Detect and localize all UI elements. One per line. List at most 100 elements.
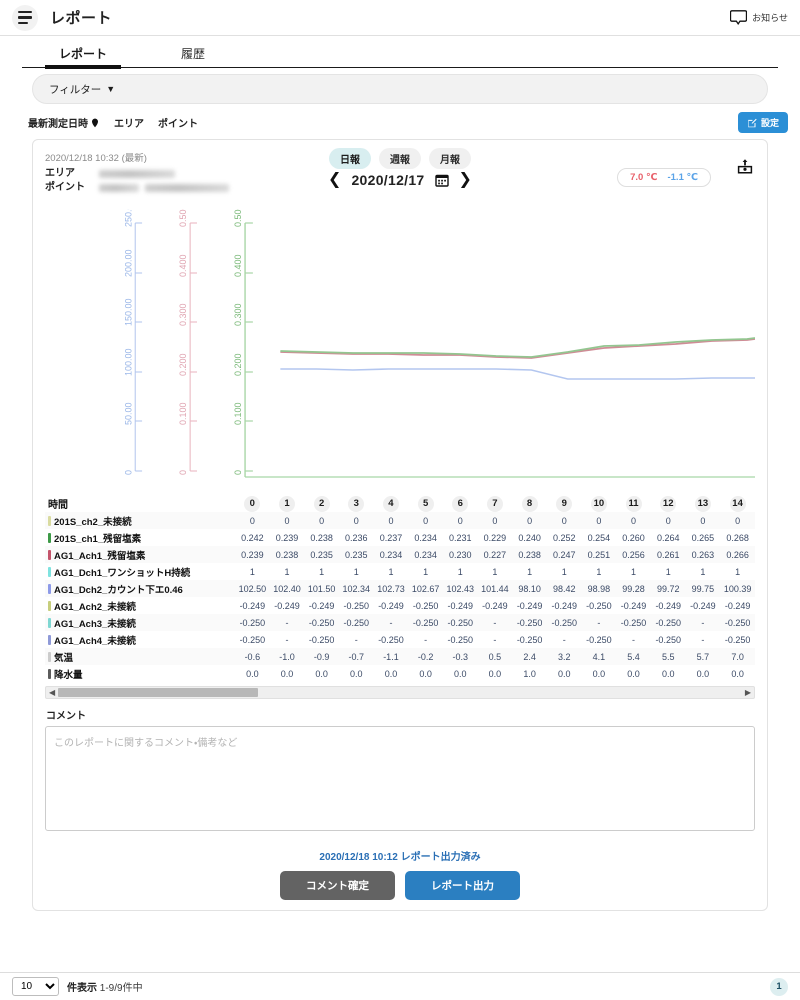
confirm-comment-button[interactable]: コメント確定 bbox=[280, 871, 395, 900]
table-cell: 3.2 bbox=[557, 651, 571, 662]
row-label-text: AG1_Ach3_未接続 bbox=[54, 618, 136, 630]
page-size-select[interactable]: 102550100 bbox=[12, 977, 59, 996]
table-cell: 0.229 bbox=[483, 532, 507, 543]
table-cell: 0 bbox=[665, 515, 671, 526]
table-cell: 0.0 bbox=[661, 668, 675, 679]
table-cell: -0.249 bbox=[482, 600, 508, 611]
tab-report[interactable]: レポート bbox=[44, 43, 122, 69]
table-cell: 0.256 bbox=[622, 549, 645, 560]
chevron-left-icon[interactable]: ❮ bbox=[328, 172, 341, 188]
table-cell: -0.250 bbox=[586, 634, 612, 645]
series-color-swatch bbox=[48, 651, 51, 662]
col-header-9: 9 bbox=[547, 495, 582, 512]
table-cell: -0.250 bbox=[516, 634, 543, 645]
col-header-13: 13 bbox=[686, 495, 721, 512]
table-cell: -0.250 bbox=[412, 617, 439, 628]
table-cell: 1 bbox=[631, 566, 637, 577]
app-header: レポート お知らせ bbox=[0, 0, 800, 36]
table-cell: - bbox=[389, 617, 393, 628]
comment-input[interactable] bbox=[45, 726, 755, 831]
axis-blue: 0 50.00 100.00 150.00 200.00 250.00 bbox=[123, 209, 143, 475]
col-header-10: 10 bbox=[582, 495, 617, 512]
table-cell: 4.1 bbox=[592, 651, 606, 662]
notifications-button[interactable]: お知らせ bbox=[730, 10, 788, 25]
area-value-redacted bbox=[99, 170, 175, 178]
table-cell: 102.43 bbox=[446, 583, 475, 594]
table-header-time: 時間 bbox=[48, 500, 68, 511]
setting-button[interactable]: 設定 bbox=[737, 112, 788, 133]
table-cell: -0.249 bbox=[274, 600, 300, 611]
table-cell: -0.250 bbox=[412, 600, 439, 611]
row-label-text: 201S_ch1_残留塩素 bbox=[54, 533, 142, 545]
period-chip-weekly[interactable]: 週報 bbox=[379, 148, 421, 169]
sort-label-latest-datetime: 最新測定日時 bbox=[28, 119, 88, 130]
table-row: 降水量 0.0 0.0 0.0 0.0 0.0 0.0 0.0 0.0 1.0 0.0 0.0 0.0 0… bbox=[45, 665, 755, 682]
scrollbar-thumb[interactable] bbox=[58, 688, 258, 697]
table-row: AG1_Ach2_未接続 -0.249 -0.249 -0.249 -0.250 -0.2… bbox=[45, 597, 755, 614]
filter-dropdown[interactable]: フィルター ▼ bbox=[32, 74, 768, 104]
table-header-row: 時間 0 1 2 3 4 5 6 7 8 9 10 11 12 13 14 bbox=[45, 495, 755, 512]
triangle-right-icon[interactable]: ▶ bbox=[742, 688, 754, 697]
table-cell: 0.251 bbox=[587, 549, 611, 560]
calendar-icon[interactable] bbox=[434, 173, 449, 187]
table-horizontal-scrollbar[interactable]: ◀ ▶ bbox=[45, 686, 755, 699]
svg-text:0.100: 0.100 bbox=[178, 402, 188, 425]
table-cell: 0.0 bbox=[419, 668, 432, 679]
table-cell: 0.0 bbox=[557, 668, 571, 679]
pencil-square-icon bbox=[748, 118, 757, 127]
report-card: 2020/12/18 10:32 (最新) エリア ポイント 日報 週報 月報 bbox=[32, 139, 768, 911]
count-range: 1-9/9件中 bbox=[99, 983, 143, 994]
table-cell: -0.7 bbox=[348, 651, 365, 662]
row-label-text: 気温 bbox=[54, 652, 74, 664]
svg-text:0.300: 0.300 bbox=[178, 303, 188, 326]
table-cell: 0.236 bbox=[345, 532, 368, 543]
svg-text:0: 0 bbox=[178, 470, 188, 475]
table-cell: -0.249 bbox=[690, 600, 716, 611]
table-cell: -0.250 bbox=[655, 617, 681, 628]
svg-text:0.200: 0.200 bbox=[178, 353, 188, 376]
table-row: AG1_Ach1_残留塩素 0.239 0.238 0.235 0.235 0.234 0.… bbox=[45, 546, 755, 563]
table-cell: 0.266 bbox=[726, 549, 749, 560]
row-label: AG1_Ach3_未接続 bbox=[45, 614, 235, 631]
measurement-timestamp: 2020/12/18 10:32 (最新) bbox=[45, 153, 147, 164]
table-cell: -0.9 bbox=[313, 651, 330, 662]
temperature-high: 7.0 ℃ bbox=[630, 172, 658, 183]
speech-bubble-icon bbox=[730, 10, 748, 25]
table-cell: - bbox=[701, 634, 705, 645]
period-chip-group: 日報 週報 月報 bbox=[329, 148, 471, 169]
row-label: AG1_Dch1_ワンショットH持続 bbox=[45, 563, 235, 580]
table-cell: 0.231 bbox=[449, 532, 472, 543]
table-row: AG1_Ach4_未接続 -0.250 - -0.250 - -0.250 - -0.250 -… bbox=[45, 631, 755, 648]
upload-pin-icon[interactable] bbox=[737, 158, 753, 174]
table-cell: - bbox=[632, 634, 636, 645]
table-cell: -0.250 bbox=[620, 617, 647, 628]
period-chip-daily[interactable]: 日報 bbox=[329, 148, 371, 169]
table-cell: 0 bbox=[561, 515, 567, 526]
table-cell: 0 bbox=[457, 515, 463, 526]
measurement-table: 時間 0 1 2 3 4 5 6 7 8 9 10 11 12 13 14 20… bbox=[45, 495, 755, 682]
table-cell: 0.5 bbox=[488, 651, 502, 662]
svg-text:50.00: 50.00 bbox=[123, 402, 133, 425]
triangle-left-icon[interactable]: ◀ bbox=[46, 688, 58, 697]
svg-text:0.400: 0.400 bbox=[233, 254, 243, 277]
row-label: AG1_Dch2_カウント下エ0.46 bbox=[45, 580, 235, 597]
page-title: レポート bbox=[50, 10, 113, 27]
report-chart: 0 50.00 100.00 150.00 200.00 250.00 0 0.… bbox=[45, 209, 755, 489]
table-cell: 0.240 bbox=[518, 532, 541, 543]
sort-item-latest-datetime[interactable]: 最新測定日時 bbox=[28, 115, 100, 130]
table-cell: 0.0 bbox=[246, 668, 259, 679]
table-cell: 0 bbox=[527, 515, 533, 526]
pagination-page-1[interactable]: 1 bbox=[770, 977, 788, 996]
sort-item-area[interactable]: エリア bbox=[114, 115, 144, 130]
table-cell: -0.249 bbox=[655, 600, 681, 611]
svg-text:0.300: 0.300 bbox=[233, 303, 243, 326]
period-chip-monthly[interactable]: 月報 bbox=[429, 148, 471, 169]
hamburger-icon[interactable] bbox=[12, 4, 38, 31]
svg-text:0.500: 0.500 bbox=[178, 209, 188, 227]
export-report-button[interactable]: レポート出力 bbox=[405, 871, 520, 900]
col-header-8: 8 bbox=[512, 495, 547, 512]
sort-item-point[interactable]: ポイント bbox=[158, 115, 198, 130]
chevron-right-icon[interactable]: ❯ bbox=[459, 172, 472, 188]
table-cell: 0.242 bbox=[241, 532, 264, 543]
tab-history[interactable]: 履歴 bbox=[177, 43, 209, 68]
